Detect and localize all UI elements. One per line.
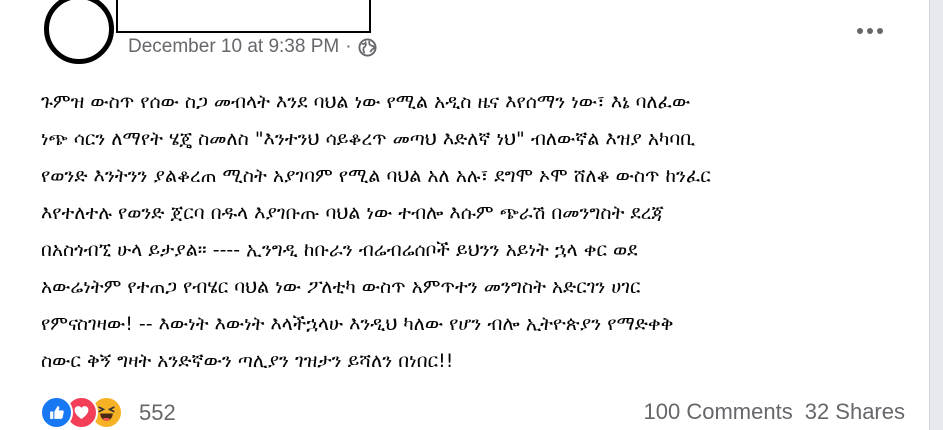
post-text-line: አውሬነትም የተጠጋ የብሄር ባህል ነው ፖለቲካ ውስጥ አምጥተን መ… [41,276,641,298]
post-text-line: በአስጎብኚ ሁላ ይታያል። ---- ኢንግዲ ከቡራን ብሬብሬሰቦች ይ… [41,239,638,261]
like-icon [40,396,73,429]
post-card: December 10 at 9:38 PM · ጉምዝ ውስጥ የሰው ስጋ … [0,0,930,430]
comments-count-link[interactable]: 100 Comments [644,399,793,425]
post-body: ጉምዝ ውስጥ የሰው ስጋ መብላት እንደ ባህል ነው የሚል አዲስ ዜ… [41,84,921,380]
post-timestamp[interactable]: December 10 at 9:38 PM [128,36,339,58]
post-text-line: እየተለተሉ የወንድ ጀርባ በዱላ እያገቡጡ ባህል ነው ተብሎ እሱም… [41,202,664,224]
post-text-line: ነጭ ሳርን ለማየት ሄጄ ስመለስ "እንተንህ ሳይቆረጥ መጣህ እድለ… [41,128,696,150]
reaction-count: 552 [139,399,176,425]
meta-separator: · [345,36,352,57]
post-meta: December 10 at 9:38 PM · [128,36,377,58]
globe-icon [358,37,377,57]
post-text-line: የወንድ እንትንን ያልቆረጠ ሚስት አያገባም የሚል ባህል አለ አሉ… [41,165,711,187]
post-text-line: የምናስገዛው! -- እውነት እውነት እላችኋላሁ እንዲህ ካለው የሆ… [41,313,674,335]
avatar[interactable] [44,0,114,64]
engagement-stats: 100 Comments 32 Shares [644,399,905,425]
shares-count-link[interactable]: 32 Shares [805,399,905,425]
reactions-summary[interactable]: 552 [40,396,176,429]
more-options-icon[interactable] [857,28,883,34]
post-text-line: ጉምዝ ውስጥ የሰው ስጋ መብላት እንደ ባህል ነው የሚል አዲስ ዜ… [41,91,691,113]
post-text-line: ስውር ቅኝ ግዛት አንድኛውን ጣሊያን ገዝታን ይሻለን በነበር!! [41,350,454,372]
redacted-author-name [116,0,371,33]
